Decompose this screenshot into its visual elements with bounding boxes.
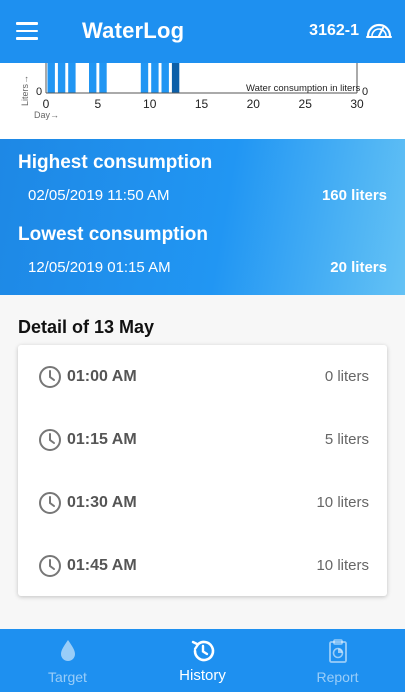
chart-y-label: Liters→ bbox=[20, 75, 30, 106]
chart-bar[interactable] bbox=[47, 63, 55, 93]
history-icon bbox=[191, 640, 214, 662]
consumption-chart[interactable]: Liters→ 0 0 Water consumption in liters … bbox=[0, 63, 405, 139]
chart-bar[interactable] bbox=[57, 63, 66, 93]
chart-x-tick-label: 5 bbox=[94, 97, 101, 111]
detail-row-time: 01:15 AM bbox=[67, 431, 137, 448]
nav-report-label: Report bbox=[316, 669, 359, 685]
consumption-summary: Highest consumption 02/05/2019 11:50 AM … bbox=[0, 139, 405, 295]
chart-x-tick-label: 10 bbox=[143, 97, 157, 111]
chart-bar[interactable] bbox=[171, 63, 180, 93]
chart-x-tick-label: 0 bbox=[43, 97, 50, 111]
meter-button[interactable] bbox=[365, 18, 393, 40]
lowest-consumption-datetime: 12/05/2019 01:15 AM bbox=[28, 259, 171, 276]
chart-bar[interactable] bbox=[89, 63, 97, 93]
detail-row-time: 01:00 AM bbox=[67, 368, 137, 385]
water-drop-icon bbox=[60, 640, 75, 661]
clock-icon bbox=[39, 429, 61, 451]
clock-icon bbox=[39, 555, 61, 577]
chart-bar[interactable] bbox=[68, 63, 76, 93]
chart-bar[interactable] bbox=[99, 63, 107, 93]
chart-x-tick-label: 20 bbox=[247, 97, 261, 111]
detail-row[interactable]: 01:45 AM 10 liters bbox=[18, 541, 387, 591]
chart-x-label: Day→ bbox=[34, 110, 59, 120]
detail-row-liters: 10 liters bbox=[316, 557, 369, 574]
highest-consumption-title: Highest consumption bbox=[18, 152, 213, 173]
nav-target-label: Target bbox=[48, 669, 87, 685]
lowest-consumption-title: Lowest consumption bbox=[18, 224, 208, 245]
nav-history[interactable]: History bbox=[135, 629, 270, 692]
detail-card: 01:00 AM 0 liters 01:15 AM 5 liters 01:3… bbox=[18, 345, 387, 596]
app-bar: WaterLog 3162-1 bbox=[0, 0, 405, 63]
nav-report[interactable]: Report bbox=[270, 629, 405, 692]
chart-x-tick-label: 30 bbox=[350, 97, 364, 111]
meter-icon bbox=[366, 23, 392, 38]
report-icon bbox=[328, 639, 347, 663]
clock-icon bbox=[39, 366, 61, 388]
lowest-consumption-amount: 20 liters bbox=[330, 259, 387, 276]
chart-annotation: Water consumption in liters bbox=[246, 83, 360, 94]
clock-icon bbox=[39, 492, 61, 514]
detail-row-liters: 5 liters bbox=[324, 431, 369, 448]
chart-bar[interactable] bbox=[140, 63, 149, 93]
chart-x-tick-label: 25 bbox=[299, 97, 313, 111]
detail-row-time: 01:30 AM bbox=[67, 494, 137, 511]
detail-row[interactable]: 01:00 AM 0 liters bbox=[18, 352, 387, 402]
menu-icon bbox=[16, 22, 38, 40]
highest-consumption-datetime: 02/05/2019 11:50 AM bbox=[28, 187, 170, 204]
bottom-navigation: Target History Report bbox=[0, 629, 405, 692]
detail-row[interactable]: 01:15 AM 5 liters bbox=[18, 415, 387, 465]
menu-button[interactable] bbox=[16, 22, 38, 40]
chart-bar[interactable] bbox=[151, 63, 159, 93]
nav-target[interactable]: Target bbox=[0, 629, 135, 692]
detail-row-liters: 10 liters bbox=[316, 494, 369, 511]
consumption-chart-svg: Liters→ 0 0 Water consumption in liters … bbox=[20, 63, 368, 120]
detail-row-liters: 0 liters bbox=[324, 368, 369, 385]
app-title: WaterLog bbox=[82, 18, 185, 43]
detail-row[interactable]: 01:30 AM 10 liters bbox=[18, 478, 387, 528]
nav-history-label: History bbox=[179, 667, 226, 684]
chart-bar[interactable] bbox=[161, 63, 169, 93]
device-id[interactable]: 3162-1 bbox=[309, 22, 359, 40]
chart-x-tick-label: 15 bbox=[195, 97, 209, 111]
chart-y-origin-left: 0 bbox=[36, 86, 42, 98]
detail-row-time: 01:45 AM bbox=[67, 557, 137, 574]
detail-title: Detail of 13 May bbox=[18, 317, 155, 337]
highest-consumption-amount: 160 liters bbox=[321, 187, 387, 204]
